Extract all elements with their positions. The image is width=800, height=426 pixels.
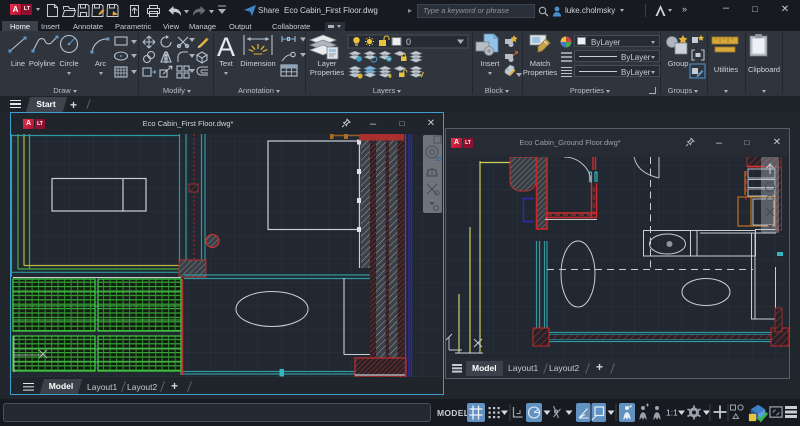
svg-text:2D: 2D bbox=[435, 157, 442, 163]
svg-text:0: 0 bbox=[406, 37, 411, 47]
svg-text:A: A bbox=[217, 32, 235, 62]
svg-text:1:1: 1:1 bbox=[666, 408, 678, 418]
